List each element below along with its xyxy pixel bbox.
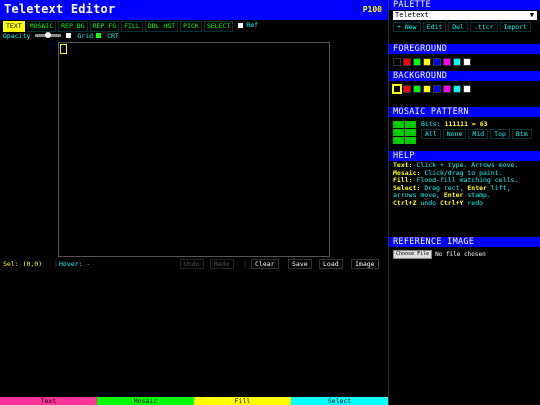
tool-select-button[interactable]: SELECT: [203, 21, 234, 32]
mosaic-cell[interactable]: [393, 129, 404, 136]
mosaic-cell[interactable]: [405, 129, 416, 136]
palette-delete-button[interactable]: Del: [448, 22, 468, 32]
ref-checkbox[interactable]: [238, 22, 244, 28]
background-swatch[interactable]: [413, 85, 421, 93]
options-row: Opacity Grid CRT: [3, 31, 119, 40]
ref-label: Ref: [246, 21, 259, 29]
palette-actions: + New Edit Del .ttcr Import: [393, 22, 537, 32]
foreground-swatch[interactable]: [453, 58, 461, 66]
text-cursor: [60, 44, 67, 54]
bits-label: Bits:: [421, 120, 441, 128]
palette-import-button[interactable]: Import: [499, 22, 532, 32]
foreground-swatch[interactable]: [423, 58, 431, 66]
palette-new-button[interactable]: + New: [393, 22, 421, 32]
bits-value: 111111 = 63: [444, 120, 488, 128]
file-status: No file chosen: [435, 251, 486, 258]
help-desc: undo: [416, 198, 440, 207]
mosaic-cell[interactable]: [393, 137, 404, 144]
help-text: Text: Click + type. Arrows move. Mosaic:…: [393, 161, 537, 207]
foreground-swatch[interactable]: [433, 58, 441, 66]
palette-select-value: Teletext: [395, 11, 429, 19]
ref-toggle[interactable]: Ref: [238, 21, 258, 31]
mosaic-heading: MOSAIC PATTERN: [389, 107, 540, 117]
grid-label: Grid: [77, 31, 94, 40]
mosaic-mid-button[interactable]: Mid: [468, 129, 489, 139]
reference-heading: REFERENCE IMAGE: [389, 237, 540, 247]
mode-text[interactable]: Text: [0, 397, 97, 405]
foreground-swatch[interactable]: [393, 58, 401, 66]
opacity-slider-knob[interactable]: [45, 32, 52, 38]
clear-button[interactable]: Clear: [251, 259, 279, 269]
selection-readout: Sel: (0,0): [3, 260, 43, 268]
background-heading: BACKGROUND: [389, 71, 540, 81]
save-button[interactable]: Save: [288, 259, 312, 269]
choose-file-button[interactable]: Choose File: [393, 250, 433, 259]
foreground-swatch[interactable]: [443, 58, 451, 66]
status-bar: Sel: (0,0) | Hover: - Undo Redo | Clear …: [3, 259, 387, 269]
background-swatch[interactable]: [403, 85, 411, 93]
help-desc: redo: [463, 198, 484, 207]
crt-label: CRT: [107, 31, 119, 40]
title-bar: Teletext Editor P100: [0, 0, 388, 20]
redo-button[interactable]: Redo: [210, 259, 234, 269]
palette-edit-button[interactable]: Edit: [422, 22, 447, 32]
crt-checkbox[interactable]: [96, 33, 102, 38]
help-key: Ctrl+Y: [439, 198, 464, 207]
foreground-swatch[interactable]: [403, 58, 411, 66]
tool-toolbar: TEXT MOSAIC REP BG REP FG FILL DBL HGT P…: [3, 21, 258, 32]
chevron-down-icon: ▼: [529, 11, 534, 19]
opacity-slider[interactable]: [35, 32, 62, 38]
mosaic-actions: All None Mid Top Btm: [421, 129, 537, 139]
mosaic-cell[interactable]: [393, 121, 404, 128]
sidebar: PALETTE Teletext ▼ + New Edit Del .ttcr …: [388, 0, 540, 405]
background-swatch[interactable]: [433, 85, 441, 93]
background-swatch[interactable]: [392, 84, 402, 94]
palette-heading: PALETTE: [389, 0, 540, 10]
help-key: Ctrl+Z: [393, 198, 417, 207]
image-button[interactable]: Image: [351, 259, 379, 269]
mosaic-cell[interactable]: [405, 137, 416, 144]
foreground-swatch[interactable]: [463, 58, 471, 66]
reference-file-input: Choose File No file chosen: [393, 250, 486, 259]
mode-mosaic[interactable]: Mosaic: [97, 397, 194, 405]
tool-pick-button[interactable]: PICK: [180, 21, 202, 32]
mosaic-pattern-grid: [393, 121, 416, 144]
editor-canvas[interactable]: [58, 42, 330, 257]
background-swatch[interactable]: [443, 85, 451, 93]
grid-checkbox[interactable]: [66, 33, 72, 38]
load-button[interactable]: Load: [319, 259, 343, 269]
undo-button[interactable]: Undo: [180, 259, 204, 269]
mosaic-btm-button[interactable]: Btm: [511, 129, 532, 139]
bits-readout: Bits: 111111 = 63: [421, 120, 488, 128]
separator: |: [243, 260, 247, 268]
separator: |: [54, 260, 58, 268]
background-swatch[interactable]: [463, 85, 471, 93]
background-swatch[interactable]: [423, 85, 431, 93]
opacity-label: Opacity: [3, 31, 31, 40]
hover-readout: Hover: -: [59, 260, 91, 268]
foreground-swatches: [393, 58, 471, 66]
foreground-heading: FOREGROUND: [389, 44, 540, 54]
palette-select[interactable]: Teletext ▼: [393, 11, 537, 20]
page-number: P100: [362, 5, 382, 14]
mosaic-top-button[interactable]: Top: [490, 129, 510, 139]
app-title: Teletext Editor: [4, 2, 116, 16]
mosaic-all-button[interactable]: All: [421, 129, 441, 139]
mode-select[interactable]: Select: [291, 397, 388, 405]
mode-fill[interactable]: Fill: [194, 397, 291, 405]
mode-bar: Text Mosaic Fill Select: [0, 397, 388, 405]
mosaic-none-button[interactable]: None: [442, 129, 467, 139]
tool-fill-button[interactable]: FILL: [121, 21, 143, 32]
background-swatch[interactable]: [453, 85, 461, 93]
tool-dbl-hgt-button[interactable]: DBL HGT: [144, 21, 179, 32]
palette-ttcr-button[interactable]: .ttcr: [469, 22, 498, 32]
mosaic-cell[interactable]: [405, 121, 416, 128]
foreground-swatch[interactable]: [413, 58, 421, 66]
background-swatches: [392, 84, 471, 94]
help-heading: HELP: [389, 151, 540, 161]
